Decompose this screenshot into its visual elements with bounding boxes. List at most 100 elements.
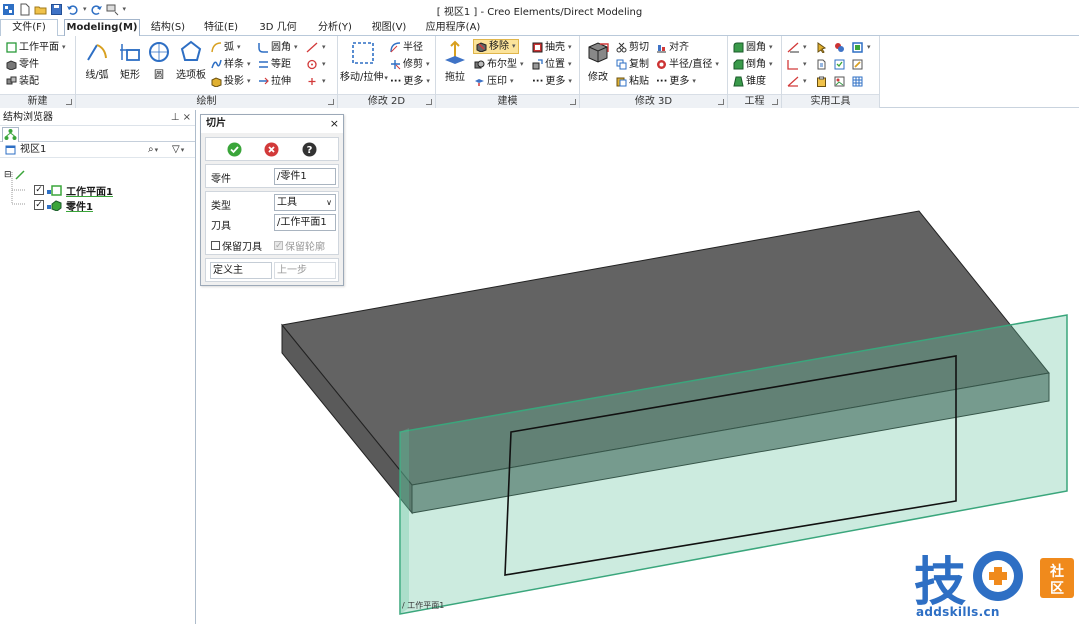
cancel-x-icon[interactable] bbox=[264, 142, 279, 157]
confirm-check-icon[interactable] bbox=[227, 142, 242, 157]
group-new-launcher-icon[interactable] bbox=[66, 99, 72, 105]
tree-root[interactable]: ⊟ bbox=[4, 168, 25, 182]
undo-icon[interactable] bbox=[66, 3, 79, 16]
tab-applications[interactable]: 应用程序(A) bbox=[418, 19, 488, 36]
pull-button[interactable]: 拖拉 bbox=[438, 40, 472, 83]
tree-item-workplane[interactable]: ✓ 工作平面1 bbox=[34, 183, 113, 198]
part-tree-label: 零件1 bbox=[66, 201, 93, 213]
construction-line-button[interactable]: ▾ bbox=[306, 40, 326, 55]
radius-diameter-button[interactable]: 半径/直径 ▾ bbox=[656, 57, 719, 72]
trim-button[interactable]: 修剪 ▾ bbox=[390, 57, 430, 72]
tab-3d-geometry[interactable]: 3D 几何 bbox=[250, 19, 306, 36]
frame-tool-button[interactable]: ▾ bbox=[852, 40, 871, 55]
tab-view[interactable]: 视图(V) bbox=[364, 19, 414, 36]
fillet-3d-button[interactable]: 圆角 ▾ bbox=[733, 40, 773, 55]
dimension-tool-button[interactable]: ▾ bbox=[787, 40, 807, 55]
visibility-checkbox[interactable]: ✓ bbox=[34, 200, 44, 210]
copy-button[interactable]: 复制 bbox=[616, 57, 649, 72]
image-tool-button[interactable] bbox=[834, 74, 845, 89]
tab-feature[interactable]: 特征(E) bbox=[196, 19, 246, 36]
clipboard-tool-button[interactable] bbox=[816, 74, 827, 89]
settings-tool-button[interactable] bbox=[834, 57, 845, 72]
more-model-button[interactable]: ··· 更多 ▾ bbox=[532, 74, 572, 89]
part-field[interactable]: /零件1 bbox=[274, 168, 336, 185]
define-main-button[interactable]: 定义主 bbox=[210, 262, 272, 279]
circle-button[interactable]: 圆 bbox=[146, 40, 172, 81]
offset-button[interactable]: 等距 bbox=[258, 57, 291, 72]
group-modify-3d-launcher-icon[interactable] bbox=[718, 99, 724, 105]
fillet-2d-button[interactable]: 圆角 ▾ bbox=[258, 40, 298, 55]
arc-button[interactable]: 弧 ▾ bbox=[211, 40, 241, 55]
graphics-settings-icon[interactable] bbox=[106, 3, 119, 16]
save-icon[interactable] bbox=[50, 3, 63, 16]
cut-button[interactable]: 剪切 bbox=[616, 40, 649, 55]
keep-tool-checkbox[interactable] bbox=[211, 241, 220, 250]
tab-analysis[interactable]: 分析(Y) bbox=[310, 19, 360, 36]
palette-tool-button[interactable] bbox=[834, 40, 845, 55]
pin-icon[interactable]: ⊥ bbox=[171, 112, 180, 123]
project-button[interactable]: 投影 ▾ bbox=[211, 74, 251, 89]
keep-tool-option[interactable]: 保留刀具 bbox=[211, 238, 262, 253]
select-filter-button[interactable] bbox=[816, 40, 827, 55]
edit-tool-button[interactable] bbox=[852, 57, 863, 72]
open-folder-icon[interactable] bbox=[34, 3, 47, 16]
customize-toolbar-icon[interactable]: ▾ bbox=[123, 5, 127, 13]
type-select[interactable]: 工具 ∨ bbox=[274, 194, 336, 211]
group-modify-2d: 移动/拉伸▾ 半径 修剪 ▾ ··· 更多 ▾ 修改 2D bbox=[338, 36, 436, 108]
assembly-button[interactable]: 装配 bbox=[6, 74, 39, 89]
imprint-button[interactable]: 压印 ▾ bbox=[474, 74, 514, 89]
fillet-3d-icon bbox=[733, 42, 744, 53]
group-modify-2d-launcher-icon[interactable] bbox=[426, 99, 432, 105]
dialog-close-icon[interactable]: × bbox=[330, 115, 339, 133]
group-draw-launcher-icon[interactable] bbox=[328, 99, 334, 105]
tab-structure[interactable]: 结构(S) bbox=[144, 19, 192, 36]
table-tool-button[interactable] bbox=[852, 74, 863, 89]
collapse-icon[interactable]: ⊟ bbox=[4, 170, 12, 180]
construction-point-button[interactable]: ▾ bbox=[306, 74, 326, 89]
group-model-launcher-icon[interactable] bbox=[570, 99, 576, 105]
rectangle-button[interactable]: 矩形 bbox=[116, 40, 144, 81]
chamfer-button[interactable]: 倒角 ▾ bbox=[733, 57, 773, 72]
binoculars-icon[interactable]: ⌕▾ bbox=[148, 142, 158, 158]
boolean-button[interactable]: 布尔型 ▾ bbox=[474, 57, 524, 72]
construction-circle-button[interactable]: ▾ bbox=[306, 57, 326, 72]
group-engineering-launcher-icon[interactable] bbox=[772, 99, 778, 105]
close-icon[interactable]: × bbox=[183, 112, 191, 123]
shell-button[interactable]: 抽壳 ▾ bbox=[532, 40, 572, 55]
viewport-selector[interactable]: 视区1 ⌕▾ ▽▾ bbox=[0, 142, 195, 158]
redo-icon[interactable] bbox=[90, 3, 103, 16]
filter-icon[interactable]: ▽▾ bbox=[172, 142, 184, 158]
part-button[interactable]: 零件 bbox=[6, 57, 39, 72]
document-tool-button[interactable] bbox=[816, 57, 827, 72]
angle-tool-button[interactable]: ▾ bbox=[787, 74, 807, 89]
more-2d-dots-icon: ··· bbox=[390, 76, 402, 87]
move-stretch-button[interactable]: 移动/拉伸▾ bbox=[340, 40, 388, 83]
radius-button[interactable]: 半径 bbox=[390, 40, 423, 55]
line-arc-button[interactable]: 线/弧 bbox=[80, 40, 114, 81]
modify-button[interactable]: 修改 bbox=[582, 40, 614, 83]
remove-button[interactable]: 移除 ▾ bbox=[473, 39, 519, 54]
spline-button[interactable]: 样条 ▾ bbox=[211, 57, 251, 72]
visibility-checkbox[interactable]: ✓ bbox=[34, 185, 44, 195]
tool-field[interactable]: /工作平面1 bbox=[274, 214, 336, 231]
new-file-icon[interactable] bbox=[18, 3, 31, 16]
tab-modeling[interactable]: Modeling(M) bbox=[64, 19, 140, 37]
position-button[interactable]: 位置 ▾ bbox=[532, 57, 572, 72]
tree-view-tab[interactable] bbox=[2, 127, 19, 142]
help-icon[interactable]: ? bbox=[302, 142, 317, 157]
offset-icon bbox=[259, 61, 268, 68]
rectangle-icon bbox=[120, 44, 140, 61]
tab-file[interactable]: 文件(F) bbox=[0, 19, 58, 36]
undo-dropdown-icon[interactable]: ▾ bbox=[83, 5, 87, 13]
options-palette-button[interactable]: 选项板 bbox=[174, 40, 208, 81]
tree-item-part[interactable]: ✓ 零件1 bbox=[34, 198, 93, 213]
svg-text:技: 技 bbox=[914, 553, 966, 613]
taper-button[interactable]: 锥度 bbox=[733, 74, 766, 89]
measure-tool-button[interactable]: ▾ bbox=[787, 57, 807, 72]
more-2d-button[interactable]: ··· 更多 ▾ bbox=[390, 74, 430, 89]
more-3d-button[interactable]: ··· 更多 ▾ bbox=[656, 74, 696, 89]
workplane-button[interactable]: 工作平面 ▾ bbox=[6, 40, 66, 55]
paste-button[interactable]: 粘贴 bbox=[616, 74, 649, 89]
align-button[interactable]: 对齐 bbox=[656, 40, 689, 55]
extend-button[interactable]: 拉伸 bbox=[258, 74, 291, 89]
